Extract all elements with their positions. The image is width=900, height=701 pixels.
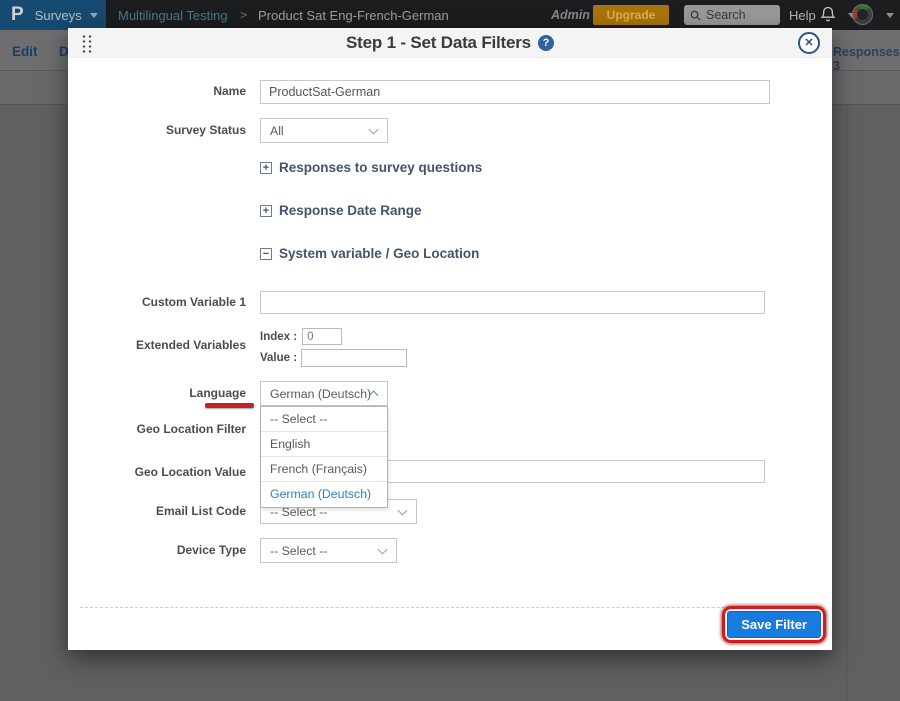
email-list-code-label: Email List Code [68,504,246,518]
section-system-variable-geo[interactable]: − System variable / Geo Location [260,246,479,261]
caret-down-icon [90,13,98,18]
device-type-select[interactable]: -- Select -- [260,538,397,563]
survey-status-value: All [270,124,284,138]
name-label: Name [68,84,246,98]
custom-variable-label: Custom Variable 1 [68,295,246,309]
language-option[interactable]: English [261,432,387,457]
collapse-icon: − [260,248,272,260]
annotation-red-outline: Save Filter [722,606,826,643]
account-avatar-icon[interactable] [852,4,873,25]
set-data-filters-dialog: Step 1 - Set Data Filters ? ✕ Name Surve… [68,28,832,650]
notifications-bell-icon[interactable] [820,6,836,28]
section-title: Response Date Range [279,203,422,218]
top-navigation-bar: P Surveys Multilingual Testing > Product… [0,0,900,30]
content-divider [846,105,847,701]
breadcrumb-folder-link[interactable]: Multilingual Testing [118,8,228,23]
breadcrumb-survey-name: Product Sat Eng-French-German [258,8,449,23]
section-title: Responses to survey questions [279,160,482,175]
breadcrumb-separator: > [240,8,247,22]
section-response-date-range[interactable]: + Response Date Range [260,203,422,218]
language-options-list: -- Select -- English French (Français) G… [260,406,388,508]
tab-edit[interactable]: Edit [12,44,38,59]
geo-location-value-label: Geo Location Value [68,465,246,479]
search-icon [690,10,701,21]
surveys-menu[interactable]: P Surveys [0,0,106,30]
dialog-title: Step 1 - Set Data Filters [346,33,531,53]
extended-variables-label: Extended Variables [68,338,246,352]
footer-divider [80,607,820,608]
responses-count-label: Responses: 3 [833,45,900,73]
chevron-down-icon [398,505,408,515]
custom-variable-input[interactable] [260,291,765,314]
surveys-menu-label: Surveys [35,8,82,23]
help-icon[interactable]: ? [538,35,554,51]
language-option-selected[interactable]: German (Deutsch) [261,482,387,507]
geo-location-filter-label: Geo Location Filter [68,422,246,436]
language-select[interactable]: German (Deutsch) [260,381,388,406]
name-input[interactable] [260,80,770,104]
section-responses-to-questions[interactable]: + Responses to survey questions [260,160,482,175]
language-value: German (Deutsch) [270,387,371,401]
device-type-label: Device Type [68,543,246,557]
index-label: Index : [260,331,297,343]
expand-icon: + [260,205,272,217]
chevron-down-icon [378,544,388,554]
survey-status-select[interactable]: All [260,118,388,143]
screen: P Surveys Multilingual Testing > Product… [0,0,900,701]
upgrade-now-button[interactable]: Upgrade Now [593,5,669,25]
value-input[interactable] [301,349,407,367]
survey-status-label: Survey Status [68,123,246,137]
index-input[interactable] [302,328,342,345]
annotation-red-underline [205,403,254,408]
help-link[interactable]: Help [789,8,816,23]
language-option[interactable]: -- Select -- [261,407,387,432]
close-icon[interactable]: ✕ [798,32,820,54]
admin-label: Admin [551,8,590,22]
brand-logo-icon: P [11,4,24,26]
language-option[interactable]: French (Français) [261,457,387,482]
caret-down-icon[interactable] [886,13,894,18]
expand-icon: + [260,162,272,174]
device-type-value: -- Select -- [270,544,327,558]
language-label: Language [68,386,246,400]
chevron-down-icon [369,124,379,134]
dialog-header: Step 1 - Set Data Filters ? ✕ [68,28,832,58]
value-label: Value : [260,352,297,364]
section-title: System variable / Geo Location [279,246,479,261]
save-filter-button[interactable]: Save Filter [727,611,821,638]
search-placeholder: Search [706,8,746,22]
search-input[interactable]: Search [684,5,780,25]
